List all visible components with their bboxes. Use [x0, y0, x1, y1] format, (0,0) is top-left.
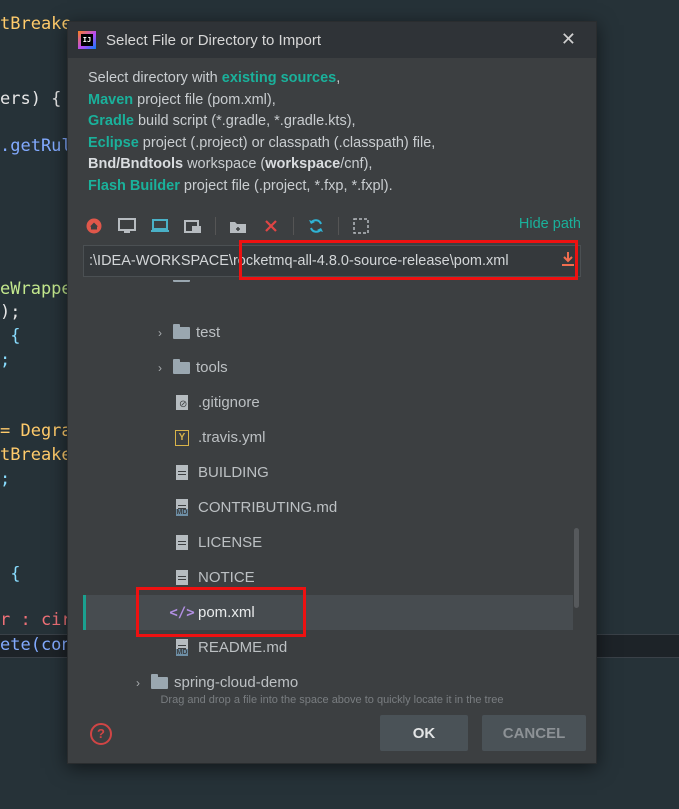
folder-icon — [173, 323, 190, 339]
chevron-right-icon[interactable]: › — [153, 326, 167, 340]
code-line: .getRul — [0, 136, 72, 156]
yaml-file-icon: Y — [172, 429, 192, 446]
tree-row-label: CONTRIBUTING.md — [198, 499, 338, 516]
file-tree: ˅ › test › tools .gitignore Y .travis.ym… — [83, 280, 581, 710]
dialog-description: Select directory with existing sources, … — [88, 70, 436, 194]
text-file-icon — [172, 465, 192, 480]
code-line: ; — [0, 350, 11, 370]
chevron-right-icon[interactable]: › — [153, 361, 167, 375]
tree-row-label: tools — [196, 359, 228, 376]
project-icon[interactable] — [149, 215, 171, 237]
tree-row[interactable]: Y .travis.yml — [83, 420, 573, 455]
code-line: { — [0, 564, 21, 584]
download-arrow-icon[interactable] — [556, 252, 580, 270]
code-line: = Degra — [0, 421, 72, 441]
show-hidden-icon[interactable] — [350, 215, 372, 237]
module-icon[interactable] — [182, 215, 204, 237]
tree-row-label: test — [196, 324, 221, 341]
tree-row-label: BUILDING — [198, 464, 269, 481]
dialog-titlebar[interactable]: IJ Select File or Directory to Import ✕ — [68, 22, 596, 58]
tree-row[interactable]: BUILDING — [83, 455, 573, 490]
code-line: tBreake — [0, 14, 72, 34]
code-line: eWrappe — [0, 279, 72, 299]
drag-drop-hint: Drag and drop a file into the space abov… — [160, 694, 504, 706]
tree-row-label: NOTICE — [198, 569, 255, 586]
home-icon[interactable] — [83, 215, 105, 237]
tree-row[interactable]: LICENSE — [83, 525, 573, 560]
tree-row-label: LICENSE — [198, 534, 263, 551]
code-line: { — [0, 326, 21, 346]
file-chooser-toolbar: Hide path — [83, 214, 581, 238]
tree-row-label: .gitignore — [198, 394, 260, 411]
tree-row-label: pom.xml — [198, 604, 255, 621]
ok-button[interactable]: OK — [380, 715, 468, 751]
path-field-container: :\IDEA-WORKSPACE\rocketmq-all-4.8.0-sour… — [83, 240, 581, 280]
tree-row[interactable]: › test — [83, 315, 573, 350]
code-line: tBreake — [0, 445, 72, 465]
tree-row[interactable]: ˅ — [83, 280, 573, 293]
toolbar-separator — [215, 217, 216, 235]
intellij-app-icon: IJ — [78, 31, 96, 49]
code-line: ); — [0, 302, 21, 322]
tree-row-label: spring-cloud-demo — [174, 674, 299, 691]
delete-icon[interactable] — [260, 215, 282, 237]
code-line: ete(con — [0, 635, 72, 655]
code-line: r : cir — [0, 610, 72, 630]
code-line: ers) { — [0, 89, 62, 109]
cancel-button[interactable]: CANCEL — [482, 715, 586, 751]
toolbar-separator — [293, 217, 294, 235]
gitignore-file-icon — [172, 395, 192, 410]
tree-row-selected[interactable]: </> pom.xml — [83, 595, 573, 630]
tree-scrollbar[interactable] — [574, 528, 579, 608]
hide-path-link[interactable]: Hide path — [519, 216, 581, 232]
dialog-title: Select File or Directory to Import — [106, 31, 322, 49]
folder-icon — [173, 280, 190, 282]
help-button[interactable]: ? — [90, 723, 112, 745]
close-button[interactable]: ✕ — [561, 29, 576, 50]
tree-row[interactable]: MD README.md — [83, 630, 573, 665]
tree-row[interactable]: › tools — [83, 350, 573, 385]
xml-file-icon: </> — [169, 604, 195, 621]
tree-row[interactable]: NOTICE — [83, 560, 573, 595]
tree-row-label: .travis.yml — [198, 429, 266, 446]
chevron-down-icon[interactable]: ˅ — [153, 280, 167, 283]
path-input[interactable]: :\IDEA-WORKSPACE\rocketmq-all-4.8.0-sour… — [84, 246, 556, 276]
desktop-icon[interactable] — [116, 215, 138, 237]
markdown-file-icon: MD — [172, 639, 192, 656]
text-file-icon — [172, 535, 192, 550]
tree-row[interactable]: MD CONTRIBUTING.md — [83, 490, 573, 525]
markdown-file-icon: MD — [172, 499, 192, 516]
folder-icon — [151, 673, 168, 689]
text-file-icon — [172, 570, 192, 585]
tree-row[interactable]: .gitignore — [83, 385, 573, 420]
chevron-right-icon[interactable]: › — [131, 676, 145, 690]
tree-row-label: README.md — [198, 639, 288, 656]
refresh-icon[interactable] — [305, 215, 327, 237]
toolbar-separator — [338, 217, 339, 235]
code-line: ; — [0, 469, 11, 489]
import-dialog: IJ Select File or Directory to Import ✕ … — [67, 21, 597, 764]
folder-icon — [173, 358, 190, 374]
new-folder-icon[interactable] — [227, 215, 249, 237]
